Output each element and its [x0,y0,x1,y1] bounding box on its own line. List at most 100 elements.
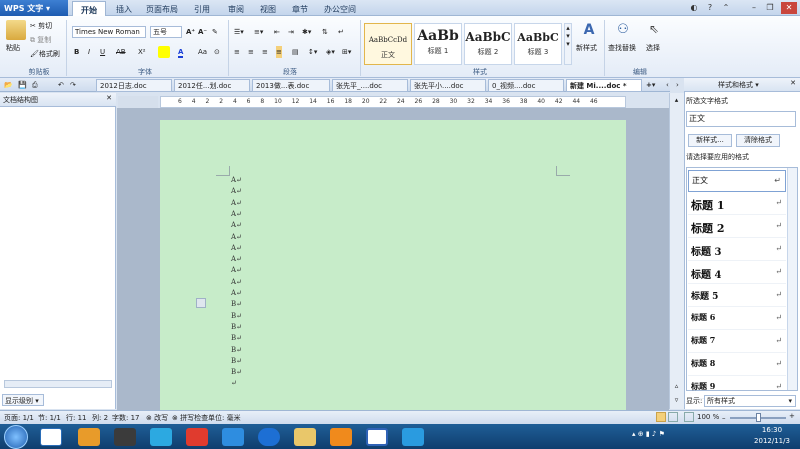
display-level-button[interactable]: 显示级别 ▾ [2,394,44,406]
binoculars-icon[interactable]: ⚇ [614,22,632,40]
style-card-heading1[interactable]: AaBb 标题 1 [414,23,462,65]
horizontal-scrollbar[interactable] [4,380,112,388]
strikethrough-icon[interactable]: AB [116,46,126,58]
document-line[interactable]: B↵ [231,312,242,323]
clear-format-icon[interactable]: ✎ [212,26,218,38]
tab-home[interactable]: 开始 [72,1,106,16]
clear-format-button[interactable]: 清除格式 [736,134,780,147]
style-list-item[interactable]: 标题 3 ↵ [688,239,786,261]
italic-icon[interactable]: I [88,46,90,58]
document-line[interactable]: B↵ [231,357,242,368]
paste-icon[interactable] [6,20,26,40]
redo-icon[interactable]: ↷ [70,79,76,91]
document-line[interactable]: A↵ [231,210,242,221]
wps-writer-icon[interactable] [366,428,388,446]
justify-icon[interactable]: ≡ [276,46,282,58]
close-icon[interactable]: ✕ [106,94,112,102]
clock-date[interactable]: 2012/11/3 [748,437,796,445]
tab-view[interactable]: 视图 [252,1,284,16]
font-size-select[interactable]: 五号 [150,26,182,38]
page-down-icon[interactable]: ▿ [671,396,682,406]
distributed-icon[interactable]: ▤ [292,46,299,58]
bold-icon[interactable]: B [74,46,79,58]
phonetic-icon[interactable]: ⊙ [214,46,220,58]
bullets-icon[interactable]: ☰▾ [234,26,244,38]
taskbar-app-icon[interactable] [258,428,280,446]
shield-icon[interactable] [402,428,424,446]
select-button[interactable]: 选择 [646,42,660,54]
doc-tab[interactable]: 张先平_....doc [332,79,408,92]
increase-indent-icon[interactable]: ⇥ [288,26,294,38]
superscript-icon[interactable]: X² [138,46,146,58]
help-icon[interactable]: ? [704,2,716,14]
borders-icon[interactable]: ⊞▾ [342,46,351,58]
align-right-icon[interactable]: ≡ [262,46,268,58]
taskbar-app-icon[interactable] [40,428,62,446]
numbering-icon[interactable]: ≡▾ [254,26,263,38]
restore-icon[interactable]: ❐ [764,2,776,14]
tab-review[interactable]: 审阅 [220,1,252,16]
document-line[interactable]: A↵ [231,187,242,198]
tab-insert[interactable]: 插入 [108,1,140,16]
clock-time[interactable]: 16:30 [752,426,792,434]
chinese-layout-icon[interactable]: ✱▾ [302,26,311,38]
shading-icon[interactable]: ◈▾ [326,46,335,58]
document-line[interactable]: A↵ [231,278,242,289]
underline-icon[interactable]: U [100,46,105,58]
document-line[interactable]: A↵ [231,289,242,300]
style-card-heading2[interactable]: AaBbC 标题 2 [464,23,512,65]
minimize-icon[interactable]: – [748,2,760,14]
sort-icon[interactable]: ⇅ [322,26,328,38]
page-up-icon[interactable]: ▵ [671,382,682,392]
style-list-item[interactable]: 标题 2 ↵ [688,216,786,238]
style-list-item[interactable]: 标题 7 ↵ [688,331,786,353]
document-line[interactable]: A↵ [231,176,242,187]
zoom-out-icon[interactable]: – [722,414,726,422]
show-styles-select[interactable]: 所有样式 ▾ [704,395,796,407]
close-icon[interactable]: ✕ [790,79,796,87]
style-list-item[interactable]: 标题 1 ↵ [688,193,786,215]
open-icon[interactable]: 📂 [4,79,13,91]
doc-tab[interactable]: 0_视频....doc [488,79,564,92]
copy-button[interactable]: ⧉ 复制 [30,34,51,46]
highlight-icon[interactable] [158,46,170,58]
print-icon[interactable]: ⎙ [32,79,38,91]
document-page[interactable] [160,120,626,410]
tab-office-space[interactable]: 办公空间 [316,1,364,16]
shrink-font-icon[interactable]: A⁻ [198,26,207,38]
doc-tab[interactable]: 2013做...表.doc [252,79,330,92]
document-line[interactable]: B↵ [231,334,242,345]
skin-icon[interactable]: ◐ [688,2,700,14]
tab-scroll-right-icon[interactable]: › [676,79,679,91]
tab-page-layout[interactable]: 页面布局 [138,1,186,16]
doc-tab[interactable]: 2012日志.doc [96,79,172,92]
tab-references[interactable]: 引用 [186,1,218,16]
tab-chapter[interactable]: 章节 [284,1,316,16]
doc-tab[interactable]: 2012任...划.doc [174,79,250,92]
doc-tab[interactable]: 张先平小....doc [410,79,486,92]
style-list-item[interactable]: 标题 8 ↵ [688,354,786,376]
cursor-icon[interactable]: ⇖ [646,22,662,40]
tray-icons[interactable]: ▴ ⊕ ▮ ♪ ⚑ [632,430,692,442]
line-spacing-icon[interactable]: ↕▾ [308,46,317,58]
document-line[interactable]: A↵ [231,233,242,244]
document-line[interactable]: B↵ [231,323,242,334]
style-list-item[interactable]: 标题 6 ↵ [688,308,786,330]
align-left-icon[interactable]: ≡ [234,46,240,58]
new-style-button[interactable]: 新样式 [576,42,597,54]
style-list-item[interactable]: 标题 4 ↵ [688,262,786,284]
taskbar-app-icon[interactable] [150,428,172,446]
styles-more-icon[interactable]: ▴ ▾ ▾ [564,23,572,65]
new-style-icon[interactable]: A [580,22,598,40]
document-line[interactable]: B↵ [231,368,242,379]
document-line[interactable]: A↵ [231,255,242,266]
document-line[interactable]: A↵ [231,221,242,232]
decrease-indent-icon[interactable]: ⇤ [274,26,280,38]
taskbar-app-icon[interactable] [114,428,136,446]
taskbar-app-icon[interactable] [330,428,352,446]
show-marks-icon[interactable]: ↵ [338,26,344,38]
outline-view-icon[interactable] [668,412,678,422]
selected-format-field[interactable]: 正文 [686,111,796,127]
doc-tab-active[interactable]: 新建 Mi....doc * [566,79,642,92]
style-card-heading3[interactable]: AaBbC 标题 3 [514,23,562,65]
